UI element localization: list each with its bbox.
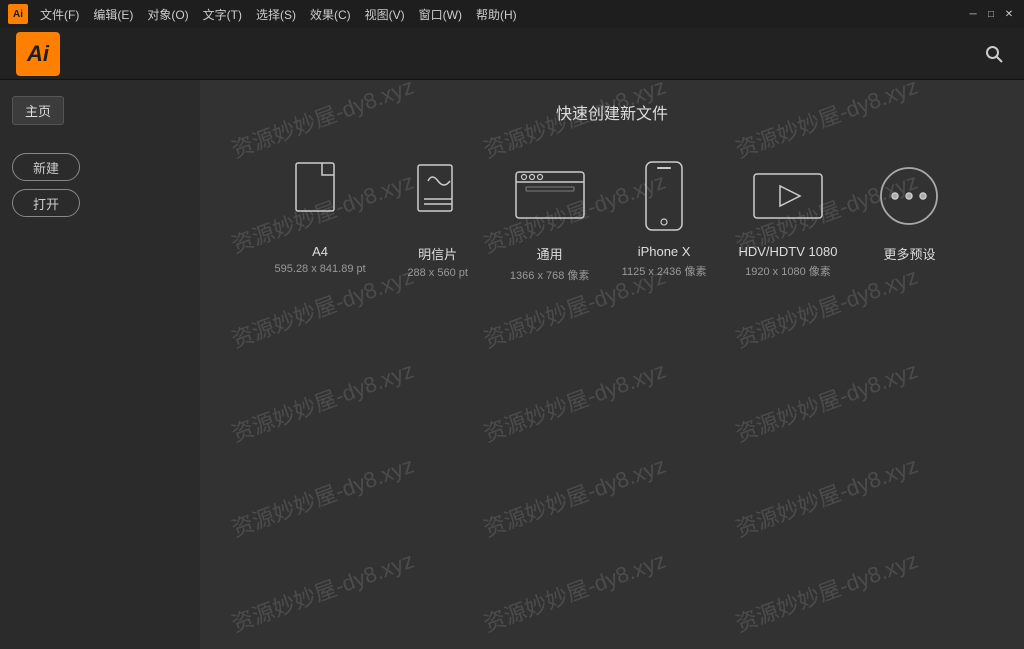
menu-item-S[interactable]: 选择(S) <box>250 4 302 25</box>
preset-name-1: 明信片 <box>418 244 457 263</box>
preset-card-4[interactable]: HDV/HDTV 1080 1920 x 1080 像素 <box>730 148 845 287</box>
menu-item-T[interactable]: 文字(T) <box>197 4 248 25</box>
watermark-text: 资源妙妙屋-dy8.xyz <box>695 324 964 499</box>
open-button[interactable]: 打开 <box>12 189 80 217</box>
minimize-button[interactable]: ─ <box>966 7 980 21</box>
window-controls: ─ □ ✕ <box>966 7 1016 21</box>
preset-card-2[interactable]: 通用 1366 x 768 像素 <box>502 148 598 291</box>
ai-logo-small: Ai <box>8 4 28 24</box>
title-bar: Ai 文件(F)编辑(E)对象(O)文字(T)选择(S)效果(C)视图(V)窗口… <box>0 0 1024 28</box>
watermark-text: 资源妙妙屋-dy8.xyz <box>200 419 461 594</box>
preset-name-3: iPhone X <box>638 244 691 259</box>
search-button[interactable] <box>980 40 1008 68</box>
ai-logo-large: Ai <box>16 32 60 76</box>
preset-card-1[interactable]: 明信片 288 x 560 pt <box>390 148 486 287</box>
menu-item-V[interactable]: 视图(V) <box>359 4 411 25</box>
watermark-text: 资源妙妙屋-dy8.xyz <box>443 419 712 594</box>
menu-item-O[interactable]: 对象(O) <box>141 4 194 25</box>
preset-icon-postcard <box>398 156 478 236</box>
watermark-text: 资源妙妙屋-dy8.xyz <box>443 324 712 499</box>
menu-item-W[interactable]: 窗口(W) <box>413 4 468 25</box>
preset-size-4: 1920 x 1080 像素 <box>745 263 831 279</box>
watermark-text: 资源妙妙屋-dy8.xyz <box>695 419 964 594</box>
sidebar-buttons: 新建 打开 <box>12 153 188 217</box>
menu-item-H[interactable]: 帮助(H) <box>470 4 523 25</box>
menu-bar: 文件(F)编辑(E)对象(O)文字(T)选择(S)效果(C)视图(V)窗口(W)… <box>34 4 523 25</box>
menu-item-F[interactable]: 文件(F) <box>34 4 85 25</box>
app-bar: Ai <box>0 28 1024 80</box>
watermark-text: 资源妙妙屋-dy8.xyz <box>443 514 712 649</box>
sidebar: 主页 新建 打开 <box>0 80 200 649</box>
quick-create-section: 快速创建新文件 A4 595.28 x 841.89 pt 明信片 288 x 56… <box>220 100 1004 291</box>
restore-button[interactable]: □ <box>984 7 998 21</box>
close-button[interactable]: ✕ <box>1002 7 1016 21</box>
home-tab[interactable]: 主页 <box>12 96 64 125</box>
preset-size-0: 595.28 x 841.89 pt <box>275 263 366 275</box>
preset-name-5: 更多预设 <box>883 244 935 263</box>
preset-size-2: 1366 x 768 像素 <box>510 267 590 283</box>
title-bar-left: Ai 文件(F)编辑(E)对象(O)文字(T)选择(S)效果(C)视图(V)窗口… <box>8 4 523 25</box>
quick-create-title: 快速创建新文件 <box>220 100 1004 124</box>
menu-item-E[interactable]: 编辑(E) <box>87 4 139 25</box>
preset-name-4: HDV/HDTV 1080 <box>738 244 837 259</box>
preset-icon-document <box>280 156 360 236</box>
new-button[interactable]: 新建 <box>12 153 80 181</box>
content-area: 资源妙妙屋-dy8.xyz资源妙妙屋-dy8.xyz资源妙妙屋-dy8.xyz资… <box>200 80 1024 649</box>
preset-size-3: 1125 x 2436 像素 <box>622 263 707 279</box>
preset-card-0[interactable]: A4 595.28 x 841.89 pt <box>267 148 374 283</box>
preset-icon-video <box>748 156 828 236</box>
preset-size-1: 288 x 560 pt <box>407 267 468 279</box>
preset-name-0: A4 <box>312 244 328 259</box>
preset-card-5[interactable]: 更多预设 <box>861 148 957 275</box>
preset-icon-web <box>510 156 590 236</box>
menu-item-C[interactable]: 效果(C) <box>304 4 357 25</box>
preset-name-2: 通用 <box>537 244 563 263</box>
watermark-text: 资源妙妙屋-dy8.xyz <box>200 324 461 499</box>
preset-icon-more <box>869 156 949 236</box>
watermark-text: 资源妙妙屋-dy8.xyz <box>200 514 461 649</box>
preset-card-3[interactable]: iPhone X 1125 x 2436 像素 <box>614 148 715 287</box>
main-layout: 主页 新建 打开 资源妙妙屋-dy8.xyz资源妙妙屋-dy8.xyz资源妙妙屋… <box>0 80 1024 649</box>
preset-icon-phone <box>624 156 704 236</box>
watermark-text: 资源妙妙屋-dy8.xyz <box>695 514 964 649</box>
presets-container: A4 595.28 x 841.89 pt 明信片 288 x 560 pt 通用 1… <box>220 148 1004 291</box>
